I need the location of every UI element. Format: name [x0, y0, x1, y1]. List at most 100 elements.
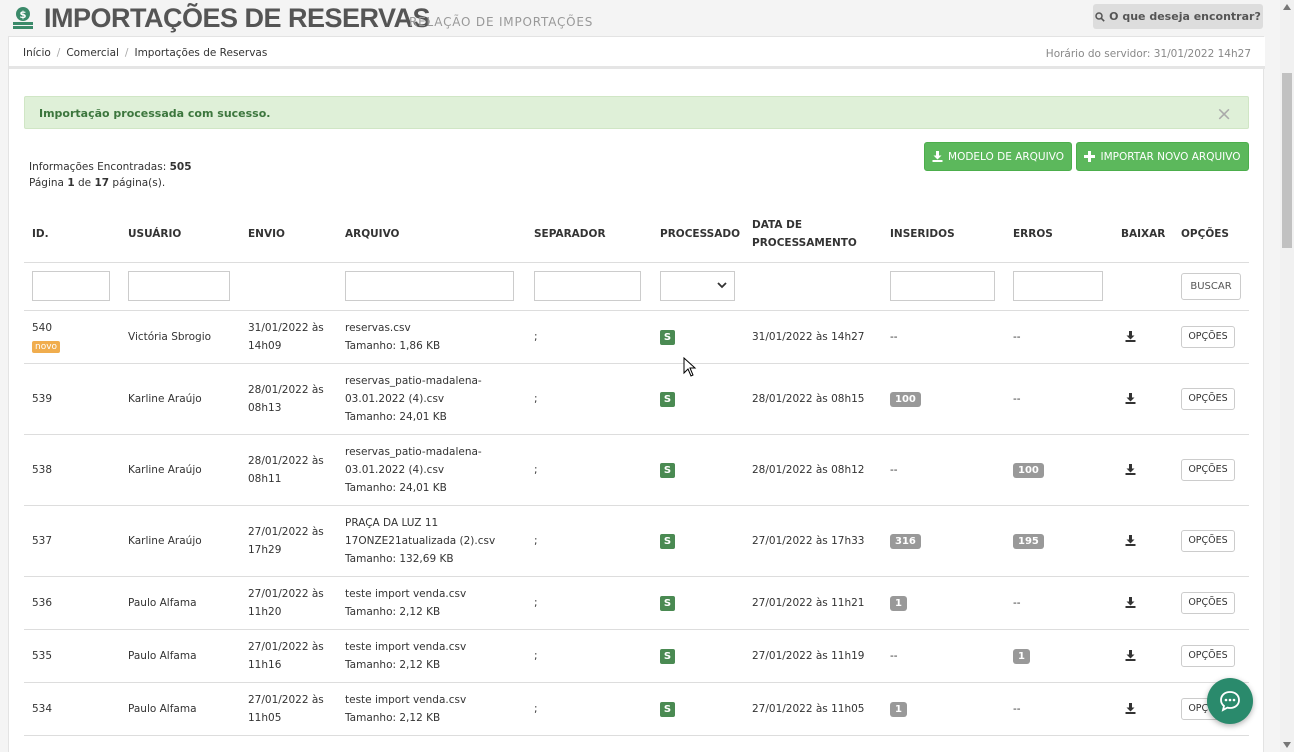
row-processed-date: 28/01/2022 às 08h12: [752, 463, 865, 476]
errors-filter-input[interactable]: [1013, 271, 1103, 301]
separator-filter-input[interactable]: [534, 271, 641, 301]
global-search-button[interactable]: O que deseja encontrar?: [1093, 4, 1263, 29]
close-icon[interactable]: ×: [1216, 103, 1232, 125]
scroll-up-arrow-icon[interactable]: [1283, 4, 1291, 10]
cell-file: PRAÇA DA LUZ 11 17ONZE21atualizada (2).cs…: [337, 505, 526, 577]
results-info: Informações Encontradas: 505 Página 1 de…: [29, 159, 192, 191]
search-button[interactable]: BUSCAR: [1181, 272, 1241, 300]
row-processed-date: 27/01/2022 às 11h19: [752, 649, 865, 662]
cell-errors: --: [1005, 363, 1113, 435]
row-file-line: Tamanho: 132,69 KB: [345, 552, 454, 565]
cell-inserted: 316: [882, 505, 1005, 577]
header-user[interactable]: USUÁRIO: [120, 207, 240, 263]
download-icon[interactable]: [1125, 703, 1136, 714]
cell-sent: 28/01/2022 às 08h11: [240, 434, 337, 506]
row-sent-date: 27/01/2022 às: [248, 525, 324, 538]
cell-file: reservas.csv Tamanho: 1,86 KB: [337, 310, 526, 364]
row-user: Paulo Alfama: [128, 596, 197, 609]
options-button[interactable]: OPÇÕES: [1181, 591, 1235, 614]
row-sent-time: 14h09: [248, 339, 282, 352]
table-row: 534 Paulo Alfama 27/01/2022 às 11h05 teste i…: [24, 682, 1249, 736]
options-button[interactable]: OPÇÕES: [1181, 325, 1235, 348]
user-filter-input[interactable]: [128, 271, 230, 301]
cell-separator: ;: [526, 682, 652, 736]
cell-file: teste import venda.csv Tamanho: 2,12 KB: [337, 682, 526, 736]
inserted-filter-input[interactable]: [890, 271, 995, 301]
row-user: Paulo Alfama: [128, 702, 197, 715]
breadcrumb-home[interactable]: Início: [23, 47, 51, 59]
row-id: 535: [32, 649, 53, 662]
download-icon[interactable]: [1125, 650, 1136, 661]
row-sent-date: 28/01/2022 às: [248, 454, 324, 467]
inserted-count: 1: [890, 701, 907, 717]
options-button[interactable]: OPÇÕES: [1181, 458, 1235, 481]
header-separator[interactable]: SEPARADOR: [526, 207, 652, 263]
row-file-line: Tamanho: 24,01 KB: [345, 481, 447, 494]
header-id[interactable]: ID.: [24, 207, 120, 263]
row-sent-date: 27/01/2022 às: [248, 640, 324, 653]
cell-user: Paulo Alfama: [120, 682, 240, 736]
cell-errors: --: [1005, 310, 1113, 364]
cell-sent: 27/01/2022 às 17h29: [240, 505, 337, 577]
processed-filter-select[interactable]: [660, 271, 735, 301]
vertical-scrollbar[interactable]: [1280, 0, 1294, 752]
file-filter-input[interactable]: [345, 271, 514, 301]
model-file-button[interactable]: MODELO DE ARQUIVO: [924, 142, 1072, 171]
breadcrumb: Início / Comercial / Importações de Reservas: [23, 47, 268, 59]
header-inserted[interactable]: INSERIDOS: [882, 207, 1005, 263]
cell-processed-date: 27/01/2022 às 11h05: [744, 682, 882, 736]
header-processed[interactable]: PROCESSADO: [652, 207, 744, 263]
inserted-count: --: [890, 463, 898, 476]
import-new-file-button[interactable]: IMPORTAR NOVO ARQUIVO: [1076, 142, 1249, 171]
cell-separator: ;: [526, 505, 652, 577]
row-separator: ;: [534, 463, 538, 476]
chat-button[interactable]: [1207, 678, 1253, 724]
page-suffix: página(s).: [112, 177, 166, 189]
row-id: 539: [32, 392, 53, 405]
cell-file: teste import venda.csv Tamanho: 2,12 KB: [337, 629, 526, 683]
row-file-line: reservas_patio-madalena-: [345, 445, 482, 458]
row-processed-date: 27/01/2022 às 17h33: [752, 534, 865, 547]
breadcrumb-comercial[interactable]: Comercial: [66, 47, 119, 59]
page-current: 1: [67, 177, 75, 189]
row-file-line: reservas.csv: [345, 321, 411, 334]
cell-file: teste import venda.csv Tamanho: 2,12 KB: [337, 576, 526, 630]
header-errors[interactable]: ERROS: [1005, 207, 1113, 263]
svg-text:$: $: [20, 10, 27, 21]
import-new-file-label: IMPORTAR NOVO ARQUIVO: [1100, 150, 1241, 163]
row-file-line: teste import venda.csv: [345, 587, 467, 600]
model-file-label: MODELO DE ARQUIVO: [948, 150, 1064, 163]
filter-row: BUSCAR: [24, 262, 1249, 311]
header-file[interactable]: ARQUIVO: [337, 207, 526, 263]
cell-file: reservas_patio-madalena- 03.01.2022 (4).c…: [337, 363, 526, 435]
page-title: IMPORTAÇÕES DE RESERVAS: [44, 3, 431, 33]
scroll-down-arrow-icon[interactable]: [1283, 742, 1291, 748]
header-sent[interactable]: ENVIO: [240, 207, 337, 263]
cell-processed-date: 27/01/2022 às 17h33: [744, 505, 882, 577]
options-button[interactable]: OPÇÕES: [1181, 644, 1235, 667]
inserted-count: 1: [890, 595, 907, 611]
download-icon[interactable]: [1125, 393, 1136, 404]
download-icon[interactable]: [1125, 331, 1136, 342]
download-icon: [932, 151, 943, 162]
header-processed-date-line1: DATA DE: [752, 219, 803, 232]
row-file-line: 03.01.2022 (4).csv: [345, 463, 445, 476]
cell-processed: S: [652, 363, 744, 435]
cell-download: [1113, 629, 1173, 683]
success-alert: Importação processada com sucesso. ×: [24, 96, 1249, 129]
cell-id: 537: [24, 505, 120, 577]
download-icon[interactable]: [1125, 597, 1136, 608]
download-icon[interactable]: [1125, 535, 1136, 546]
options-button[interactable]: OPÇÕES: [1181, 387, 1235, 410]
row-id: 536: [32, 596, 53, 609]
download-icon[interactable]: [1125, 464, 1136, 475]
row-user: Karline Araújo: [128, 392, 202, 405]
cell-errors: [1005, 735, 1113, 752]
options-button[interactable]: OPÇÕES: [1181, 529, 1235, 552]
table-row: 538 Karline Araújo 28/01/2022 às 08h11 reser…: [24, 434, 1249, 506]
cell-processed: S: [652, 682, 744, 736]
scrollbar-thumb[interactable]: [1282, 73, 1292, 248]
global-search-label: O que deseja encontrar?: [1109, 10, 1261, 23]
id-filter-input[interactable]: [32, 271, 110, 301]
header-processed-date[interactable]: DATA DE PROCESSAMENTO: [744, 207, 882, 263]
